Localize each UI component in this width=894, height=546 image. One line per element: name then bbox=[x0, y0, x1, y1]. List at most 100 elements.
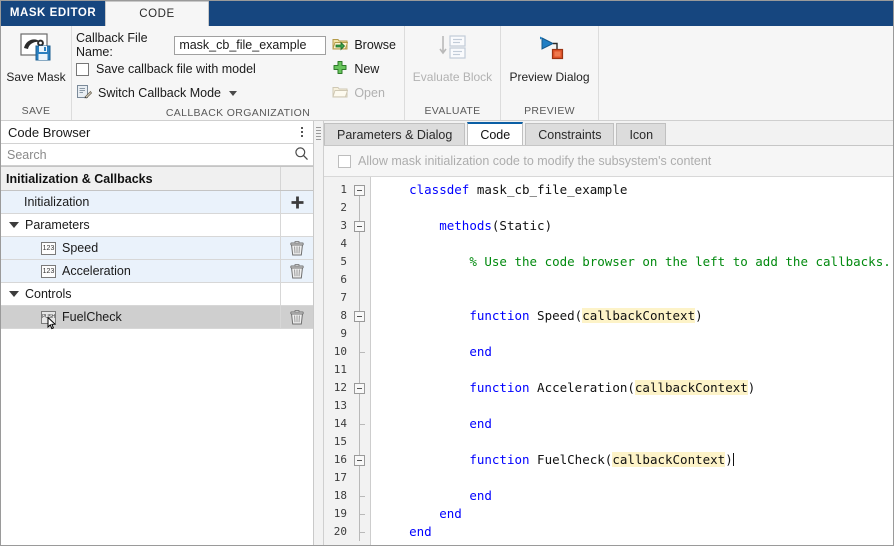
new-button[interactable]: New bbox=[332, 57, 404, 81]
code-token bbox=[379, 380, 469, 395]
editor-tab-bar: Parameters & Dialog Code Constraints Ico… bbox=[324, 121, 893, 146]
switch-callback-mode-label: Switch Callback Mode bbox=[98, 86, 221, 100]
evaluate-block-button[interactable]: Evaluate Block bbox=[405, 26, 500, 100]
code-browser-search-row[interactable]: Search bbox=[1, 144, 313, 166]
code-line: function Speed(callbackContext) bbox=[379, 307, 893, 325]
ribbon-tab-code[interactable]: CODE bbox=[105, 1, 209, 26]
fold-end-marker bbox=[359, 514, 365, 515]
main-split: Code Browser Search Initialization & Cal… bbox=[1, 121, 893, 545]
ribbon-empty-area bbox=[598, 26, 893, 120]
tab-code-label: Code bbox=[480, 128, 510, 142]
tree-row-speed-label: Speed bbox=[62, 241, 98, 255]
panel-splitter[interactable] bbox=[314, 121, 324, 545]
save-mask-button[interactable]: Save Mask bbox=[1, 26, 71, 100]
ribbon-tab-mask-editor[interactable]: MASK EDITOR bbox=[1, 1, 105, 26]
tree-row-speed-cell: 123 Speed bbox=[1, 237, 280, 259]
chevron-down-icon[interactable] bbox=[9, 222, 19, 228]
new-label: New bbox=[354, 62, 379, 76]
tree-row-parameters[interactable]: Parameters bbox=[1, 214, 313, 237]
code-editor[interactable]: 1234567891011121314151617181920 classdef… bbox=[324, 177, 893, 545]
fold-end-marker bbox=[359, 532, 365, 533]
fold-collapse-icon[interactable] bbox=[354, 455, 365, 466]
code-argument-highlight: callbackContext bbox=[635, 380, 748, 395]
tab-icon[interactable]: Icon bbox=[616, 123, 666, 145]
line-number: 17 bbox=[324, 469, 350, 487]
fold-collapse-icon[interactable] bbox=[354, 221, 365, 232]
code-token bbox=[379, 416, 469, 431]
ribbon-group-preview-label: PREVIEW bbox=[501, 103, 598, 120]
fold-end-marker bbox=[359, 496, 365, 497]
tree-row-speed[interactable]: 123 Speed bbox=[1, 237, 313, 260]
add-initialization-button[interactable] bbox=[280, 191, 313, 213]
tree-row-initialization-label: Initialization bbox=[24, 195, 89, 209]
fold-cell bbox=[350, 253, 370, 271]
evaluate-block-label: Evaluate Block bbox=[413, 70, 492, 84]
code-argument-highlight: callbackContext bbox=[612, 452, 725, 467]
fold-cell bbox=[350, 325, 370, 343]
fold-cell[interactable] bbox=[350, 379, 370, 397]
ribbon-group-callback-organization: Callback File Name: Save callback file w… bbox=[71, 26, 404, 120]
tree-row-initialization[interactable]: Initialization bbox=[1, 191, 313, 214]
save-mask-label: Save Mask bbox=[6, 70, 65, 84]
fold-cell[interactable] bbox=[350, 451, 370, 469]
fold-cell[interactable] bbox=[350, 307, 370, 325]
code-token bbox=[379, 524, 409, 539]
ribbon-group-save-label: SAVE bbox=[1, 103, 71, 120]
fold-collapse-icon[interactable] bbox=[354, 311, 365, 322]
code-line: classdef mask_cb_file_example bbox=[379, 181, 893, 199]
mask-editor-window: MASK EDITOR CODE bbox=[0, 0, 894, 546]
allow-mask-init-row[interactable]: Allow mask initialization code to modify… bbox=[324, 146, 893, 177]
tab-code[interactable]: Code bbox=[467, 122, 523, 145]
fold-cell[interactable] bbox=[350, 217, 370, 235]
code-token bbox=[379, 506, 439, 521]
browse-button[interactable]: Browse bbox=[332, 33, 404, 57]
tab-parameters-and-dialog[interactable]: Parameters & Dialog bbox=[324, 123, 465, 145]
delete-acceleration-button[interactable] bbox=[280, 260, 313, 282]
tree-row-controls[interactable]: Controls bbox=[1, 283, 313, 306]
fold-end-marker bbox=[359, 424, 365, 425]
code-browser-panel: Code Browser Search Initialization & Cal… bbox=[1, 121, 314, 545]
code-line: end bbox=[379, 487, 893, 505]
code-token: FuelCheck( bbox=[530, 452, 613, 467]
callback-file-name-input[interactable] bbox=[174, 36, 326, 55]
search-icon[interactable] bbox=[294, 146, 309, 164]
line-number: 14 bbox=[324, 415, 350, 433]
fold-cell bbox=[350, 397, 370, 415]
save-callback-with-model-checkbox[interactable] bbox=[76, 63, 89, 76]
preview-dialog-icon bbox=[533, 32, 567, 65]
delete-fuelcheck-button[interactable] bbox=[280, 306, 313, 328]
code-text[interactable]: classdef mask_cb_file_example methods(St… bbox=[371, 177, 893, 545]
fold-cell bbox=[350, 271, 370, 289]
mask-save-icon bbox=[19, 32, 53, 65]
fold-collapse-icon[interactable] bbox=[354, 383, 365, 394]
code-line bbox=[379, 361, 893, 379]
chevron-down-icon[interactable] bbox=[229, 91, 237, 96]
line-number: 7 bbox=[324, 289, 350, 307]
code-keyword: classdef bbox=[409, 182, 469, 197]
tab-constraints[interactable]: Constraints bbox=[525, 123, 614, 145]
tree-row-fuelcheck[interactable]: PUSH FuelCheck bbox=[1, 306, 313, 329]
code-fold-gutter[interactable] bbox=[350, 177, 371, 545]
code-line bbox=[379, 433, 893, 451]
fold-cell[interactable] bbox=[350, 181, 370, 199]
chevron-down-icon[interactable] bbox=[9, 291, 19, 297]
fold-cell bbox=[350, 289, 370, 307]
switch-callback-mode-row[interactable]: Switch Callback Mode bbox=[76, 81, 326, 105]
preview-dialog-button[interactable]: Preview Dialog bbox=[501, 26, 598, 100]
kebab-menu-icon[interactable] bbox=[295, 127, 309, 137]
initialization-callbacks-section-header: Initialization & Callbacks bbox=[1, 166, 313, 191]
ribbon-tab-code-label: CODE bbox=[139, 8, 174, 20]
code-line bbox=[379, 235, 893, 253]
search-input[interactable]: Search bbox=[7, 148, 294, 162]
delete-speed-button[interactable] bbox=[280, 237, 313, 259]
tree-row-controls-cell: Controls bbox=[1, 283, 280, 305]
evaluate-block-icon bbox=[436, 32, 470, 65]
line-number: 15 bbox=[324, 433, 350, 451]
tree-row-acceleration[interactable]: 123 Acceleration bbox=[1, 260, 313, 283]
save-callback-with-model-row[interactable]: Save callback file with model bbox=[76, 57, 326, 81]
code-line: end bbox=[379, 523, 893, 541]
code-browser-header: Code Browser bbox=[1, 121, 313, 144]
open-button[interactable]: Open bbox=[332, 81, 404, 105]
allow-mask-init-checkbox[interactable] bbox=[338, 155, 351, 168]
fold-collapse-icon[interactable] bbox=[354, 185, 365, 196]
